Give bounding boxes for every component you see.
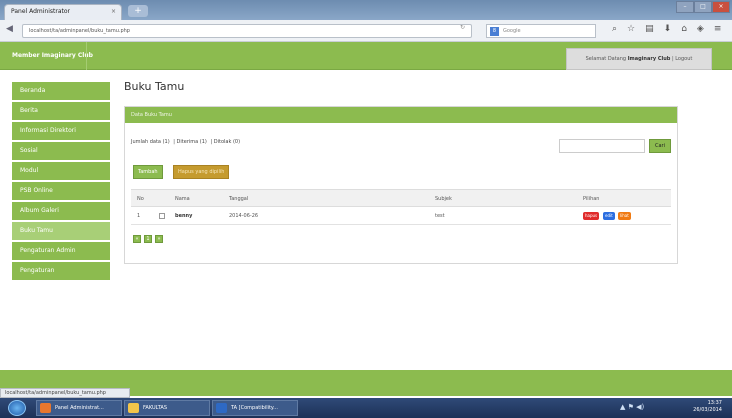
stat-total[interactable]: Jumlah data (1) — [131, 139, 170, 145]
sidebar-item-buku-tamu[interactable]: Buku Tamu — [12, 222, 110, 240]
sidebar-item-album-galeri[interactable]: Album Galeri — [12, 202, 110, 220]
column-header-subjek: Subjek — [435, 196, 452, 202]
sidebar: Beranda Berita Informasi Direktori Sosia… — [12, 82, 110, 282]
windows-taskbar: Panel Administrat... FAKULTAS TA [Compat… — [0, 398, 732, 418]
start-button[interactable] — [8, 400, 26, 416]
search-button[interactable]: Cari — [649, 139, 671, 153]
welcome-user: Imaginary Club — [627, 56, 671, 62]
clock[interactable]: 13:37 26/03/2014 — [693, 400, 722, 414]
taskbar-item-word[interactable]: TA [Compatibility... — [212, 400, 298, 416]
sidebar-item-informasi[interactable]: Informasi Direktori — [12, 122, 110, 140]
logout-link[interactable]: | Logout — [672, 56, 692, 62]
welcome-prefix: Selamat Datang — [585, 56, 627, 62]
stat-accepted[interactable]: | Diterima (1) — [173, 139, 207, 145]
toolbar-icons: ⌕ ☆ ▤ ⬇ ⌂ ◈ ≡ — [612, 24, 721, 34]
data-stats: Jumlah data (1) | Diterima (1) | Ditolak… — [131, 139, 242, 145]
next-page-button[interactable]: » — [155, 235, 163, 243]
minimize-button[interactable]: – — [676, 1, 694, 13]
sidebar-item-beranda[interactable]: Beranda — [12, 82, 110, 100]
brand-title[interactable]: Member Imaginary Club — [12, 52, 93, 59]
column-header-pilihan: Pilihan — [583, 196, 600, 202]
add-button[interactable]: Tambah — [133, 165, 163, 179]
system-tray: ▲ ⚑ ◀) — [620, 403, 644, 411]
delete-selected-button[interactable]: Hapus yang dipilih — [173, 165, 230, 179]
browser-status-bar: localhost/ta/adminpanel/buku_tamu.php — [0, 388, 130, 398]
sidebar-item-sosial[interactable]: Sosial — [12, 142, 110, 160]
cell-nama: benny — [175, 213, 193, 219]
cell-no: 1 — [137, 213, 141, 219]
browser-tab[interactable]: Panel Administrator × — [4, 4, 122, 20]
column-header-nama: Nama — [175, 196, 190, 202]
cell-subjek: test — [435, 213, 445, 219]
page-title: Buku Tamu — [124, 80, 185, 93]
tab-close-icon[interactable]: × — [111, 8, 116, 15]
tab-title: Panel Administrator — [11, 8, 70, 15]
browser-search-input[interactable]: 8 Google — [486, 24, 596, 38]
table-header: No Nama Tanggal Subjek Pilihan — [131, 189, 671, 207]
search-engine-icon[interactable]: 8 — [490, 27, 499, 36]
clock-date: 26/03/2014 — [693, 407, 722, 413]
view-row-button[interactable]: lihat — [618, 212, 631, 220]
taskbar-item-label: FAKULTAS — [143, 405, 167, 411]
star-icon[interactable]: ☆ — [627, 24, 635, 34]
site-header: Member Imaginary Club Selamat Datang Ima… — [0, 42, 732, 70]
browser-tab-bar: Panel Administrator × + – □ × — [0, 0, 732, 20]
pagination: « 1 » — [133, 235, 163, 243]
download-icon[interactable]: ⬇ — [664, 24, 672, 34]
edit-row-button[interactable]: edit — [603, 212, 615, 220]
word-icon — [216, 403, 227, 413]
sidebar-item-pengaturan[interactable]: Pengaturan — [12, 262, 110, 280]
clock-time: 13:37 — [707, 400, 722, 406]
sidebar-item-modul[interactable]: Modul — [12, 162, 110, 180]
taskbar-item-firefox[interactable]: Panel Administrat... — [36, 400, 122, 416]
search-placeholder: Google — [503, 28, 521, 34]
prev-page-button[interactable]: « — [133, 235, 141, 243]
page-1-button[interactable]: 1 — [144, 235, 152, 243]
shield-icon[interactable]: ◈ — [697, 24, 704, 34]
sidebar-item-psb-online[interactable]: PSB Online — [12, 182, 110, 200]
header-divider — [86, 42, 87, 70]
sidebar-item-pengaturan-admin[interactable]: Pengaturan Admin — [12, 242, 110, 260]
taskbar-item-label: Panel Administrat... — [55, 405, 104, 411]
browser-toolbar: ◀ localhost/ta/adminpanel/buku_tamu.php … — [0, 20, 732, 42]
magnifier-icon[interactable]: ⌕ — [612, 24, 617, 34]
firefox-icon — [40, 403, 51, 413]
back-arrow-icon[interactable]: ◀ — [6, 24, 13, 34]
row-checkbox[interactable] — [159, 213, 165, 219]
maximize-button[interactable]: □ — [694, 1, 712, 13]
volume-icon[interactable]: ◀) — [636, 403, 644, 411]
table-row: 1 benny 2014-06-26 test hapus edit lihat — [131, 207, 671, 225]
taskbar-item-label: TA [Compatibility... — [231, 405, 278, 411]
taskbar-item-fakultas[interactable]: FAKULTAS — [124, 400, 210, 416]
column-header-no: No — [137, 196, 144, 202]
close-window-button[interactable]: × — [712, 1, 730, 13]
cell-tanggal: 2014-06-26 — [229, 213, 259, 219]
column-header-tanggal: Tanggal — [229, 196, 249, 202]
panel-header: Data Buku Tamu — [125, 107, 677, 123]
delete-row-button[interactable]: hapus — [583, 212, 600, 220]
folder-icon — [128, 403, 139, 413]
network-icon[interactable]: ▲ — [620, 403, 625, 411]
window-controls: – □ × — [676, 1, 730, 13]
sidebar-item-berita[interactable]: Berita — [12, 102, 110, 120]
stat-rejected[interactable]: | Ditolak (0) — [210, 139, 240, 145]
welcome-box: Selamat Datang Imaginary Club | Logout — [566, 48, 712, 70]
bookmark-list-icon[interactable]: ▤ — [645, 24, 654, 34]
menu-icon[interactable]: ≡ — [714, 24, 722, 34]
search-input[interactable] — [559, 139, 645, 153]
address-bar[interactable]: localhost/ta/adminpanel/buku_tamu.php — [22, 24, 472, 38]
flag-icon[interactable]: ⚑ — [628, 403, 634, 411]
guestbook-panel: Data Buku Tamu Jumlah data (1) | Diterim… — [124, 106, 678, 264]
home-icon[interactable]: ⌂ — [681, 24, 687, 34]
new-tab-button[interactable]: + — [128, 5, 148, 17]
reload-icon[interactable]: ↻ — [460, 24, 465, 31]
